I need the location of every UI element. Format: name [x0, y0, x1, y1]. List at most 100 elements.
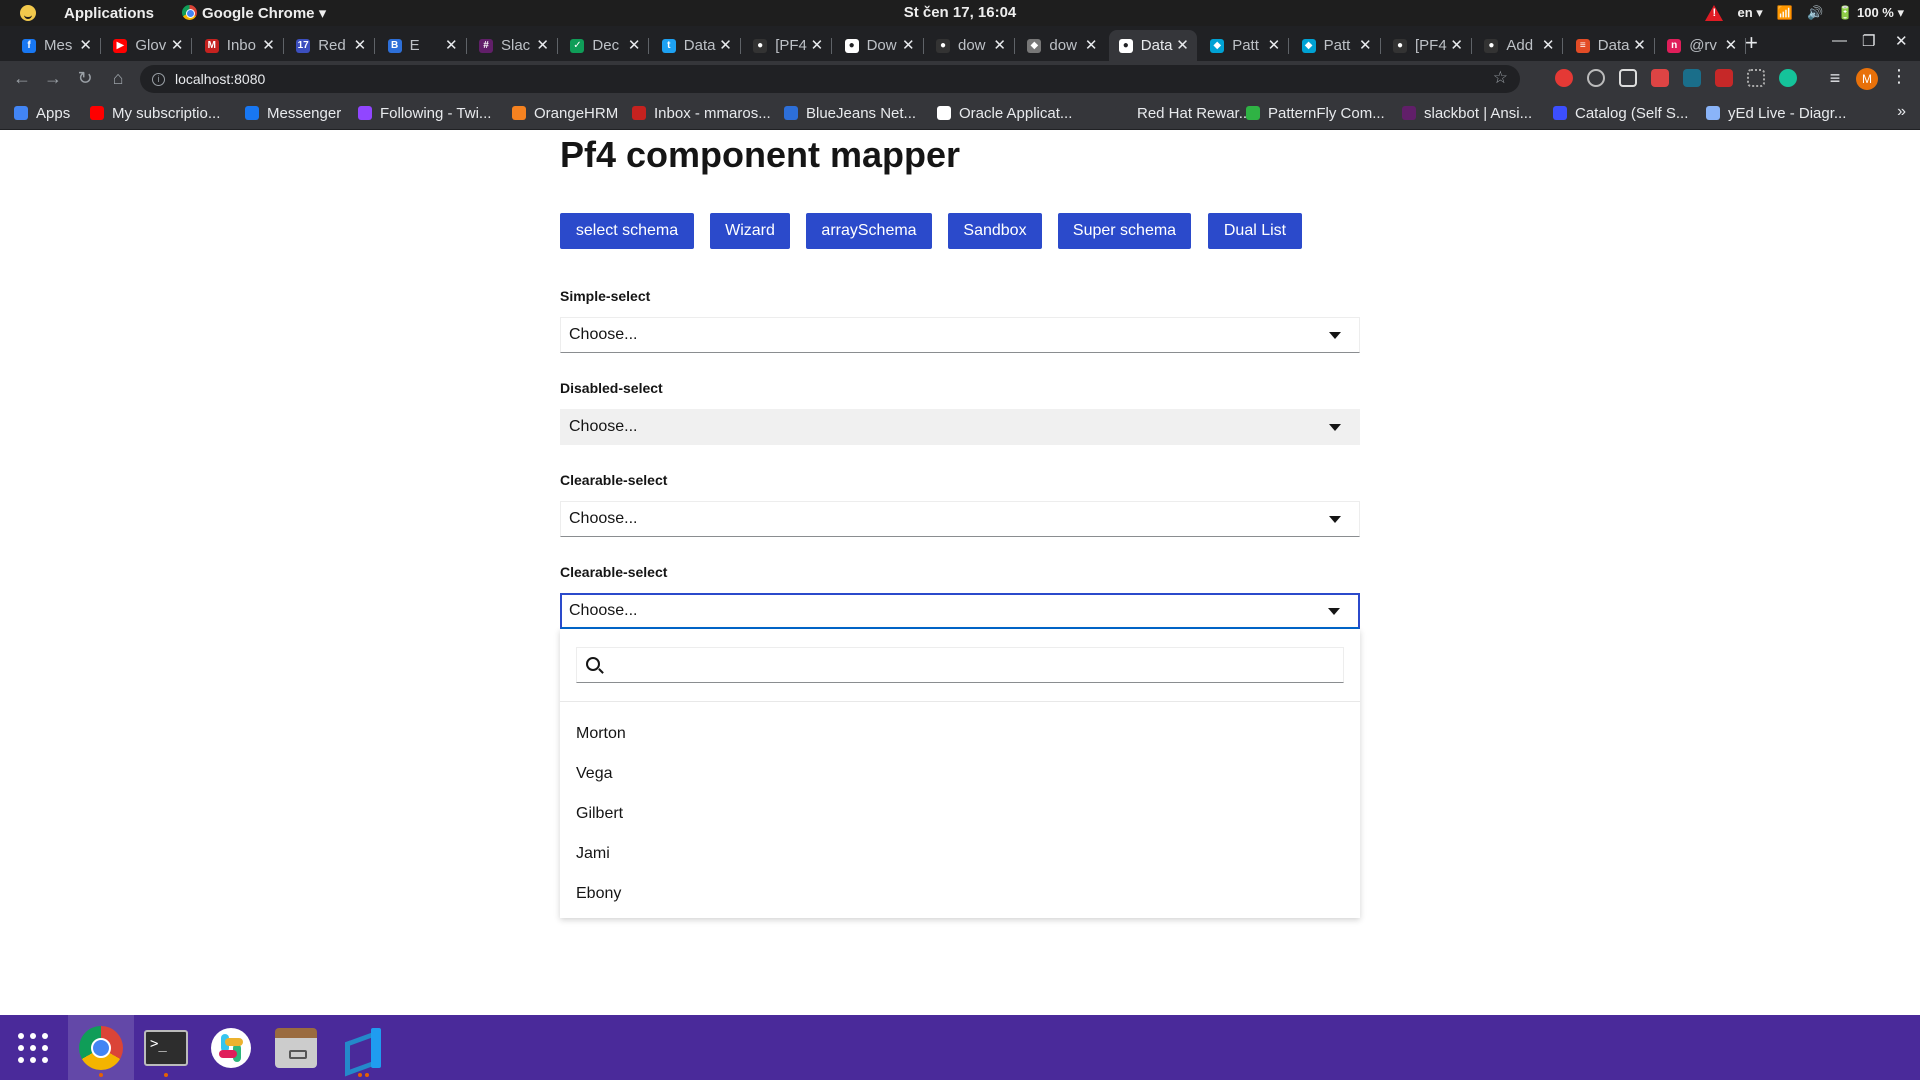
tab-close-icon[interactable]: ✕ [354, 36, 367, 54]
warning-icon[interactable] [1705, 5, 1724, 21]
minimize-window-button[interactable]: — [1832, 32, 1847, 49]
wifi-icon[interactable]: 📶 [1777, 5, 1793, 21]
browser-tab[interactable]: 17 Red ✕ [286, 30, 376, 61]
browser-tab[interactable]: n @rv ✕ [1657, 30, 1747, 61]
bookmark-item[interactable]: My subscriptio... [90, 96, 220, 130]
browser-tab[interactable]: ◆ Patt ✕ [1292, 30, 1381, 61]
extension-icon[interactable] [1587, 69, 1605, 87]
bookmark-item[interactable]: Red Hat Rewar... [1115, 96, 1251, 130]
browser-tab[interactable]: ≡ Data ✕ [1566, 30, 1655, 61]
site-info-icon[interactable]: i [152, 72, 165, 86]
browser-tab[interactable]: ● Dow ✕ [835, 30, 924, 61]
super-schema-button[interactable]: Super schema [1058, 213, 1191, 249]
dropdown-search-input[interactable] [613, 652, 1333, 678]
sandbox-button[interactable]: Sandbox [948, 213, 1042, 249]
bookmark-item[interactable]: yEd Live - Diagr... [1706, 96, 1846, 130]
extension-icon[interactable] [1619, 69, 1637, 87]
browser-tab[interactable]: ✓ Dec ✕ [560, 30, 650, 61]
dual-list-button[interactable]: Dual List [1208, 213, 1302, 249]
extension-icon[interactable] [1715, 69, 1733, 87]
tab-close-icon[interactable]: ✕ [445, 36, 458, 54]
show-applications-button[interactable] [0, 1015, 66, 1080]
tab-close-icon[interactable]: ✕ [1633, 36, 1646, 54]
close-window-button[interactable]: ✕ [1895, 32, 1908, 50]
tab-close-icon[interactable]: ✕ [1176, 36, 1189, 54]
reload-button[interactable]: ↻ [73, 66, 97, 90]
profile-avatar[interactable]: M [1856, 68, 1878, 90]
tab-close-icon[interactable]: ✕ [902, 36, 915, 54]
bookmark-item[interactable]: Messenger [245, 96, 341, 130]
bookmark-item[interactable]: Oracle Applicat... [937, 96, 1072, 130]
chrome-menu-icon[interactable]: ⋮ [1890, 66, 1908, 87]
dropdown-option-jami[interactable]: Jami [560, 834, 1360, 874]
bookmark-item[interactable]: OrangeHRM [512, 96, 618, 130]
bookmark-item[interactable]: slackbot | Ansi... [1402, 96, 1532, 130]
tab-close-icon[interactable]: ✕ [719, 36, 732, 54]
browser-tab[interactable]: ● [PF4 ✕ [1383, 30, 1472, 61]
browser-tab[interactable]: # Slac ✕ [469, 30, 558, 61]
dropdown-option-vega[interactable]: Vega [560, 754, 1360, 794]
dropdown-option-gilbert[interactable]: Gilbert [560, 794, 1360, 834]
maximize-window-button[interactable]: ❐ [1862, 32, 1875, 50]
tab-close-icon[interactable]: ✕ [262, 36, 275, 54]
browser-tab[interactable]: ◆ Patt ✕ [1200, 30, 1290, 61]
extension-icon[interactable] [1651, 69, 1669, 87]
dock-vscode[interactable] [330, 1015, 396, 1080]
dock-terminal[interactable]: >_ [133, 1015, 199, 1080]
browser-tab[interactable]: ● dow ✕ [926, 30, 1015, 61]
volume-icon[interactable]: 🔊 [1807, 5, 1823, 21]
tab-close-icon[interactable]: ✕ [1450, 36, 1463, 54]
extension-icon[interactable] [1747, 69, 1765, 87]
tab-close-icon[interactable]: ✕ [1268, 36, 1281, 54]
browser-tab[interactable]: t Data ✕ [652, 30, 741, 61]
browser-tab[interactable]: M Inbo ✕ [195, 30, 284, 61]
grammarly-icon[interactable] [1779, 69, 1797, 87]
bookmark-item[interactable]: Following - Twi... [358, 96, 491, 130]
tab-close-icon[interactable]: ✕ [1725, 36, 1738, 54]
bookmark-star-icon[interactable]: ☆ [1493, 68, 1508, 88]
extension-icon[interactable] [1683, 69, 1701, 87]
tab-close-icon[interactable]: ✕ [993, 36, 1006, 54]
extension-icon[interactable] [1555, 69, 1573, 87]
tab-close-icon[interactable]: ✕ [1085, 36, 1098, 54]
browser-tab[interactable]: ● [PF4 ✕ [743, 30, 833, 61]
select-schema-button[interactable]: select schema [560, 213, 694, 249]
tab-close-icon[interactable]: ✕ [536, 36, 549, 54]
address-bar[interactable]: i localhost:8080 ☆ [140, 65, 1520, 93]
new-tab-button[interactable]: + [1745, 30, 1758, 56]
browser-tab[interactable]: ● Add ✕ [1474, 30, 1564, 61]
tab-close-icon[interactable]: ✕ [1542, 36, 1555, 54]
browser-tab[interactable]: ◆ dow ✕ [1017, 30, 1105, 61]
user-emoji-icon[interactable] [20, 5, 36, 21]
browser-tab[interactable]: ▶ Glov ✕ [103, 30, 193, 61]
more-bookmarks-icon[interactable]: » [1897, 103, 1906, 121]
tab-close-icon[interactable]: ✕ [811, 36, 824, 54]
clearable-select[interactable]: Choose... [560, 501, 1360, 537]
bookmark-item[interactable]: PatternFly Com... [1246, 96, 1385, 130]
browser-tab[interactable]: ● Data ✕ [1108, 30, 1197, 61]
reading-list-icon[interactable]: ≡ [1823, 66, 1847, 90]
dock-slack[interactable] [198, 1015, 264, 1080]
dock-files[interactable] [263, 1015, 329, 1080]
dropdown-option-morton[interactable]: Morton [560, 714, 1360, 754]
array-schema-button[interactable]: arraySchema [806, 213, 932, 249]
simple-select[interactable]: Choose... [560, 317, 1360, 353]
language-indicator[interactable]: en ▾ [1737, 5, 1762, 21]
applications-menu[interactable]: Applications [64, 5, 154, 22]
browser-tab[interactable]: f Mes ✕ [12, 30, 101, 61]
dropdown-search-field[interactable] [576, 647, 1344, 683]
battery-indicator[interactable]: 🔋 100 % ▾ [1837, 5, 1904, 21]
tab-close-icon[interactable]: ✕ [628, 36, 641, 54]
tab-close-icon[interactable]: ✕ [79, 36, 92, 54]
wizard-button[interactable]: Wizard [710, 213, 790, 249]
browser-tab[interactable]: B E ✕ [378, 30, 467, 61]
bookmark-item[interactable]: Apps [14, 96, 70, 130]
dropdown-option-ebony[interactable]: Ebony [560, 874, 1360, 914]
bookmark-item[interactable]: Inbox - mmaros... [632, 96, 771, 130]
tab-close-icon[interactable]: ✕ [1359, 36, 1372, 54]
clearable-select-open[interactable]: Choose... [560, 593, 1360, 629]
forward-button[interactable]: → [41, 66, 65, 90]
home-button[interactable]: ⌂ [106, 66, 130, 90]
dock-chrome[interactable] [68, 1015, 134, 1080]
active-app-menu[interactable]: Google Chrome ▾ [182, 4, 326, 22]
